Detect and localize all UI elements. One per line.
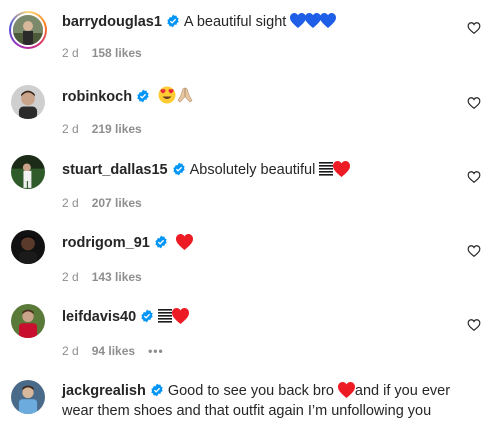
comment-text: jackgrealish Good to see you back bro and… xyxy=(62,381,453,421)
red-heart-emoji xyxy=(337,382,355,398)
comment-text: robinkoch xyxy=(62,86,453,107)
heart-eyes-emoji xyxy=(158,86,176,104)
username[interactable]: stuart_dallas15 xyxy=(62,162,168,178)
comment-body: Absolutely beautiful xyxy=(189,162,316,178)
blue-hearts-emoji xyxy=(290,13,337,29)
heart-outline-icon[interactable] xyxy=(467,170,481,184)
comment-meta: 2 d 94 likes ••• xyxy=(62,344,177,358)
username[interactable]: robinkoch xyxy=(62,89,132,105)
verified-badge-icon xyxy=(154,235,168,249)
heart-outline-icon[interactable] xyxy=(467,244,481,258)
username[interactable]: jackgrealish xyxy=(62,383,146,399)
comment-text: leifdavis40 xyxy=(62,307,453,327)
avatar[interactable] xyxy=(11,155,45,189)
heart-outline-icon[interactable] xyxy=(467,318,481,332)
comment-meta: 2 d 143 likes xyxy=(62,270,155,284)
timestamp: 2 d xyxy=(62,344,79,358)
heart-outline-icon[interactable] xyxy=(467,21,481,35)
verified-badge-icon xyxy=(172,162,186,176)
red-heart-emoji xyxy=(333,161,351,177)
likes-count[interactable]: 219 likes xyxy=(92,122,142,136)
praying-hands-emoji xyxy=(176,86,194,104)
username[interactable]: barrydouglas1 xyxy=(62,14,162,30)
likes-count[interactable]: 158 likes xyxy=(92,46,142,60)
timestamp: 2 d xyxy=(62,196,79,210)
comment-body: Good to see you back bro xyxy=(167,383,334,399)
flag-emoji xyxy=(319,161,334,177)
avatar[interactable] xyxy=(11,304,45,338)
verified-badge-icon xyxy=(136,89,150,103)
timestamp: 2 d xyxy=(62,122,79,136)
avatar[interactable] xyxy=(9,11,47,49)
comment-meta: 2 d 158 likes xyxy=(62,46,155,60)
username[interactable]: leifdavis40 xyxy=(62,309,136,325)
timestamp: 2 d xyxy=(62,46,79,60)
timestamp: 2 d xyxy=(62,270,79,284)
avatar[interactable] xyxy=(11,230,45,264)
username[interactable]: rodrigom_91 xyxy=(62,235,150,251)
verified-badge-icon xyxy=(166,14,180,28)
comment-text: barrydouglas1 A beautiful sight xyxy=(62,12,453,32)
more-options-button[interactable]: ••• xyxy=(148,344,164,358)
likes-count[interactable]: 94 likes xyxy=(92,344,135,358)
comment-text: stuart_dallas15 Absolutely beautiful xyxy=(62,160,453,180)
red-heart-emoji xyxy=(172,308,190,324)
verified-badge-icon xyxy=(150,383,164,397)
flag-emoji xyxy=(158,308,173,324)
comment-meta: 2 d 207 likes xyxy=(62,196,155,210)
avatar[interactable] xyxy=(11,380,45,414)
likes-count[interactable]: 207 likes xyxy=(92,196,142,210)
red-heart-emoji xyxy=(175,234,193,250)
verified-badge-icon xyxy=(140,309,154,323)
comment-text: rodrigom_91 xyxy=(62,233,453,253)
comment-body: A beautiful sight xyxy=(183,14,287,30)
likes-count[interactable]: 143 likes xyxy=(92,270,142,284)
avatar[interactable] xyxy=(11,85,45,119)
comment-meta: 2 d 219 likes xyxy=(62,122,155,136)
heart-outline-icon[interactable] xyxy=(467,96,481,110)
